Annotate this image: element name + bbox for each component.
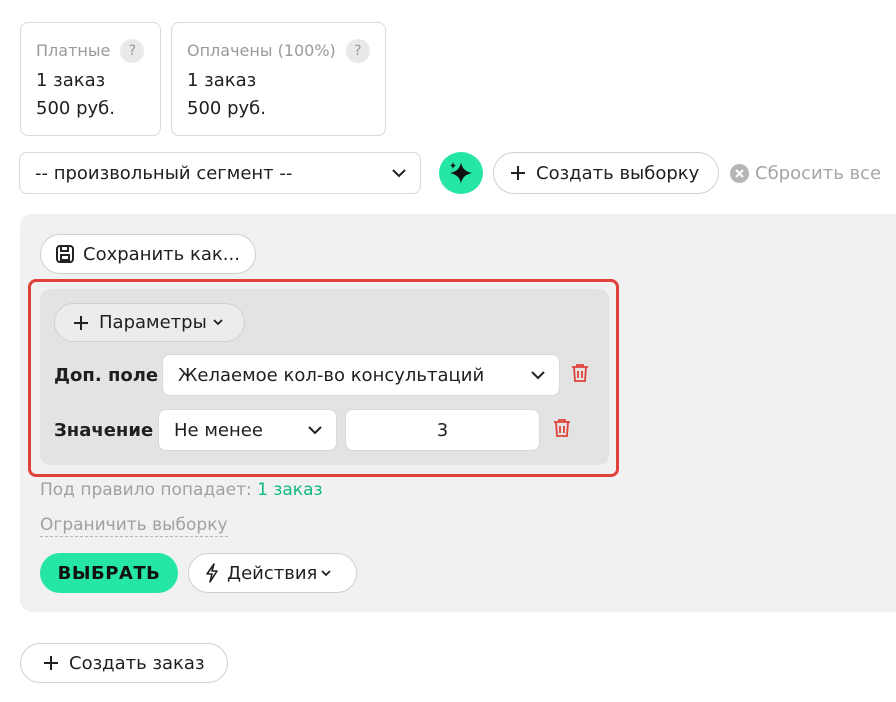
trash-icon xyxy=(572,364,588,382)
stat-card-paid-done: Оплачены (100%)? 1 заказ 500 руб. xyxy=(171,22,386,136)
actions-label: Действия xyxy=(227,562,318,584)
value-label: Значение xyxy=(54,420,154,441)
parameters-label: Параметры xyxy=(99,312,207,333)
actions-button[interactable]: Действия xyxy=(188,553,357,593)
operator-select-value: Не менее xyxy=(174,419,263,441)
rule-result-count[interactable]: 1 заказ xyxy=(257,480,322,500)
stat-sum: 500 руб. xyxy=(36,98,115,119)
save-icon xyxy=(56,245,74,263)
trash-icon xyxy=(554,419,570,437)
delete-field-button[interactable] xyxy=(570,363,590,383)
chevron-down-icon xyxy=(392,166,406,180)
stat-count: 1 заказ xyxy=(36,70,106,91)
delete-value-button[interactable] xyxy=(552,418,572,438)
chevron-down-icon xyxy=(531,368,545,382)
create-selection-button[interactable]: Создать выборку xyxy=(493,152,719,194)
parameters-button[interactable]: Параметры xyxy=(54,303,245,342)
field-select-value: Желаемое кол-во консультаций xyxy=(178,364,485,386)
stat-sum: 500 руб. xyxy=(187,98,266,119)
sparkle-icon xyxy=(450,162,472,184)
plus-icon xyxy=(74,315,88,330)
close-circle-icon xyxy=(730,163,749,183)
rule-result-text: Под правило попадает: xyxy=(40,480,252,500)
value-input[interactable]: 3 xyxy=(345,409,540,451)
create-order-button[interactable]: Создать заказ xyxy=(20,643,228,683)
save-as-label: Сохранить как... xyxy=(83,243,240,265)
create-selection-label: Создать выборку xyxy=(536,162,700,184)
chevron-down-icon xyxy=(321,569,331,576)
stat-title: Оплачены (100%) xyxy=(187,41,336,60)
segment-select[interactable]: -- произвольный сегмент -- xyxy=(19,152,421,194)
stat-count: 1 заказ xyxy=(187,70,257,91)
help-icon[interactable]: ? xyxy=(120,39,145,63)
plus-icon xyxy=(44,656,58,670)
value-input-text: 3 xyxy=(436,419,449,441)
reset-all-button[interactable]: Сбросить все xyxy=(730,160,881,186)
stat-card-paid: Платные? 1 заказ 500 руб. xyxy=(20,22,161,136)
reset-all-label: Сбросить все xyxy=(755,162,882,184)
stat-title: Платные xyxy=(36,41,111,60)
save-as-button[interactable]: Сохранить как... xyxy=(40,234,256,274)
ai-sparkle-button[interactable] xyxy=(439,152,483,194)
chevron-down-icon xyxy=(308,423,322,437)
chevron-down-icon xyxy=(213,319,223,326)
field-select[interactable]: Желаемое кол-во консультаций xyxy=(162,354,560,396)
field-label: Доп. поле xyxy=(54,365,159,386)
select-button[interactable]: ВЫБРАТЬ xyxy=(40,553,178,593)
plus-icon xyxy=(511,166,525,180)
operator-select[interactable]: Не менее xyxy=(158,409,337,451)
limit-selection-link[interactable]: Ограничить выборку xyxy=(40,514,228,537)
rule-result: Под правило попадает: 1 заказ xyxy=(40,479,323,501)
lightning-icon xyxy=(206,563,218,583)
segment-select-value: -- произвольный сегмент -- xyxy=(35,162,293,184)
create-order-label: Создать заказ xyxy=(69,652,205,674)
help-icon[interactable]: ? xyxy=(345,39,370,63)
